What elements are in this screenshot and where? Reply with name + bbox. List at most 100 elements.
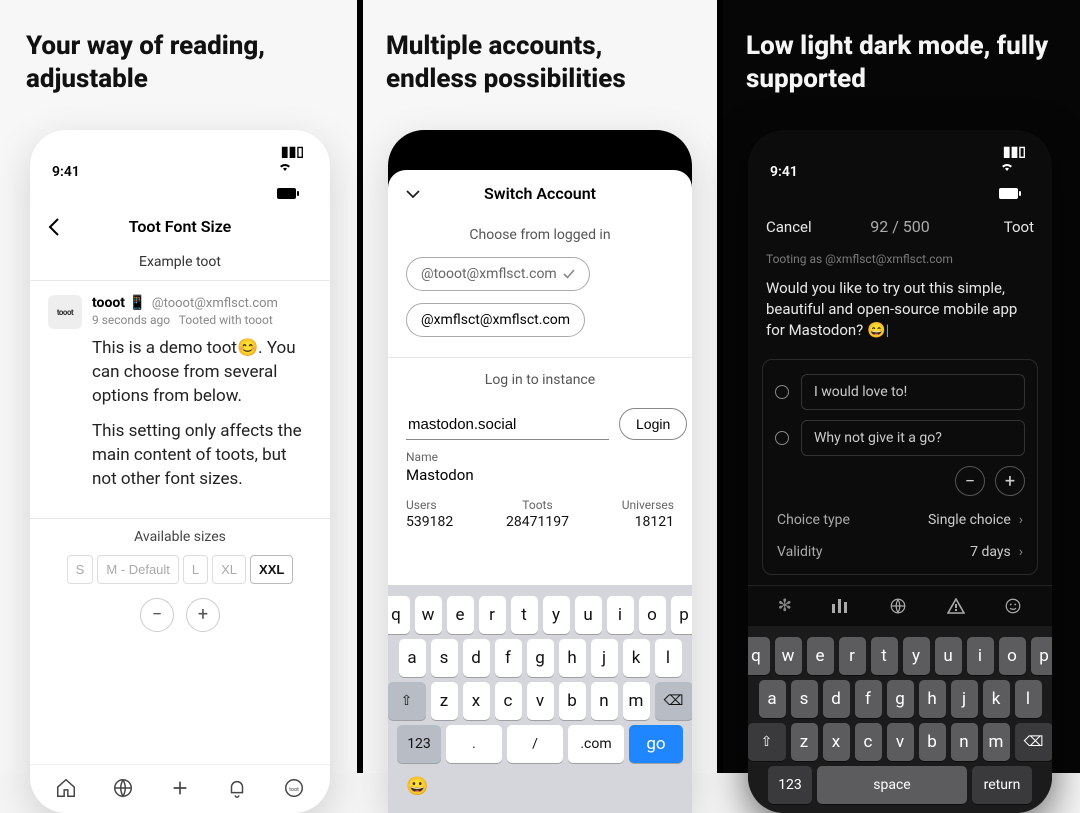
dotcom-key[interactable]: .com (568, 725, 624, 763)
key-w[interactable]: w (775, 637, 802, 675)
globe-tab-icon[interactable] (112, 777, 134, 799)
key-g[interactable]: g (527, 639, 554, 677)
shift-key[interactable]: ⇧ (388, 682, 426, 720)
numbers-key[interactable]: 123 (768, 766, 812, 804)
cancel-button[interactable]: Cancel (766, 218, 826, 236)
key-p[interactable]: p (1031, 637, 1053, 675)
key-w[interactable]: w (415, 596, 442, 634)
back-button[interactable] (48, 218, 108, 236)
key-u[interactable]: u (575, 596, 602, 634)
key-f[interactable]: f (495, 639, 522, 677)
slash-key[interactable]: / (507, 725, 563, 763)
poll-option-2-radio[interactable] (775, 431, 789, 445)
choice-type-row[interactable]: Choice type Single choice (775, 504, 1025, 536)
key-o[interactable]: o (639, 596, 666, 634)
space-key[interactable]: space (817, 766, 967, 804)
key-k[interactable]: k (983, 680, 1010, 718)
key-q[interactable]: q (748, 637, 770, 675)
login-button[interactable]: Login (619, 408, 687, 440)
numbers-key[interactable]: 123 (397, 725, 441, 763)
dot-key[interactable]: . (446, 725, 502, 763)
key-q[interactable]: q (388, 596, 410, 634)
backspace-key[interactable]: ⌫ (1015, 723, 1053, 761)
key-r[interactable]: r (839, 637, 866, 675)
key-a[interactable]: a (399, 639, 426, 677)
return-key[interactable]: return (972, 766, 1032, 804)
visibility-icon[interactable] (889, 597, 911, 615)
compose-textarea[interactable]: Would you like to try out this simple, b… (748, 274, 1052, 353)
key-m[interactable]: m (983, 723, 1010, 761)
cw-icon[interactable] (947, 598, 969, 614)
key-j[interactable]: j (951, 680, 978, 718)
validity-row[interactable]: Validity 7 days (775, 536, 1025, 568)
key-g[interactable]: g (887, 680, 914, 718)
remove-option-button[interactable]: − (955, 466, 985, 496)
key-v[interactable]: v (887, 723, 914, 761)
home-tab-icon[interactable] (55, 777, 77, 799)
key-x[interactable]: x (463, 682, 490, 720)
key-f[interactable]: f (855, 680, 882, 718)
backspace-key[interactable]: ⌫ (655, 682, 693, 720)
key-v[interactable]: v (527, 682, 554, 720)
key-t[interactable]: t (511, 596, 538, 634)
key-z[interactable]: z (791, 723, 818, 761)
camera-icon[interactable]: ✻ (774, 596, 796, 616)
poll-option-2-field[interactable]: Why not give it a go? (801, 420, 1025, 456)
notifications-tab-icon[interactable] (226, 777, 248, 799)
key-y[interactable]: y (903, 637, 930, 675)
key-s[interactable]: s (791, 680, 818, 718)
profile-tab-icon[interactable]: toot (283, 777, 305, 799)
increase-size-button[interactable]: + (186, 598, 220, 632)
poll-option-1-field[interactable]: I would love to! (801, 374, 1025, 410)
key-o[interactable]: o (999, 637, 1026, 675)
decrease-size-button[interactable]: − (140, 598, 174, 632)
key-e[interactable]: e (807, 637, 834, 675)
key-l[interactable]: l (1015, 680, 1042, 718)
go-key[interactable]: go (629, 725, 683, 763)
key-n[interactable]: n (951, 723, 978, 761)
instance-input[interactable] (406, 410, 609, 440)
size-m[interactable]: M - Default (97, 555, 179, 584)
key-e[interactable]: e (447, 596, 474, 634)
account-pill-2[interactable]: @xmflsct@xmflsct.com (406, 303, 585, 337)
poll-option-1-radio[interactable] (775, 385, 789, 399)
key-x[interactable]: x (823, 723, 850, 761)
key-h[interactable]: h (919, 680, 946, 718)
key-u[interactable]: u (935, 637, 962, 675)
key-y[interactable]: y (543, 596, 570, 634)
key-d[interactable]: d (823, 680, 850, 718)
key-a[interactable]: a (759, 680, 786, 718)
key-b[interactable]: b (559, 682, 586, 720)
key-m[interactable]: m (623, 682, 650, 720)
key-k[interactable]: k (623, 639, 650, 677)
key-d[interactable]: d (463, 639, 490, 677)
compose-tab-icon[interactable] (169, 777, 191, 799)
poll-icon[interactable] (831, 598, 853, 614)
key-l[interactable]: l (655, 639, 682, 677)
emoji-icon[interactable] (1004, 597, 1026, 615)
key-p[interactable]: p (671, 596, 693, 634)
emoji-key-icon[interactable]: 😀 (406, 776, 428, 797)
key-c[interactable]: c (495, 682, 522, 720)
key-h[interactable]: h (559, 639, 586, 677)
example-toot: tooot tooot 📱 @tooot@xmflsct.com 9 secon… (30, 281, 330, 518)
key-b[interactable]: b (919, 723, 946, 761)
key-s[interactable]: s (431, 639, 458, 677)
key-n[interactable]: n (591, 682, 618, 720)
size-xl[interactable]: XL (212, 555, 246, 584)
key-i[interactable]: i (607, 596, 634, 634)
size-s[interactable]: S (67, 555, 94, 584)
key-r[interactable]: r (479, 596, 506, 634)
toot-button[interactable]: Toot (974, 218, 1034, 236)
key-j[interactable]: j (591, 639, 618, 677)
key-t[interactable]: t (871, 637, 898, 675)
size-xxl[interactable]: XXL (250, 555, 293, 584)
key-c[interactable]: c (855, 723, 882, 761)
key-i[interactable]: i (967, 637, 994, 675)
add-option-button[interactable]: + (995, 466, 1025, 496)
size-l[interactable]: L (183, 555, 208, 584)
key-z[interactable]: z (431, 682, 458, 720)
shift-key[interactable]: ⇧ (748, 723, 786, 761)
account-pill-1[interactable]: @tooot@xmflsct.com (406, 257, 590, 291)
validity-label: Validity (777, 544, 823, 560)
